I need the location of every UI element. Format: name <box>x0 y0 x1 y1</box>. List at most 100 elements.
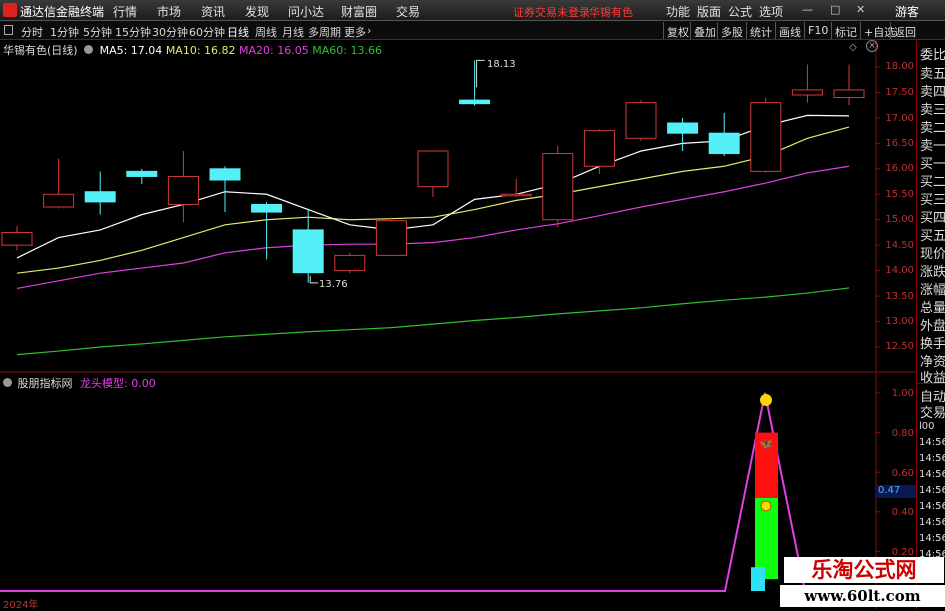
candle-body <box>375 220 407 256</box>
candlesticks <box>1 59 865 284</box>
login-status[interactable]: 证券交易未登录 <box>513 4 590 20</box>
minimize-icon[interactable]: — <box>802 3 813 16</box>
quote-label: 总量 <box>920 301 945 316</box>
candle-body <box>417 150 449 188</box>
candle-body <box>833 89 865 99</box>
menu-market[interactable]: 市场 <box>157 3 181 20</box>
chevron-right-icon[interactable]: › <box>367 24 371 37</box>
multi-stock-button[interactable]: 多股 <box>717 22 746 39</box>
indicator-tick: 0.40 <box>891 507 914 518</box>
menu-quotes[interactable]: 行情 <box>113 3 137 20</box>
price-chart[interactable]: 🦋 <box>0 40 916 609</box>
menu-options[interactable]: 选项 <box>759 3 783 20</box>
guest-label[interactable]: 游客 <box>895 3 919 20</box>
tab-intraday[interactable]: 分时 <box>21 24 43 40</box>
tab-15min[interactable]: 15分钟 <box>115 24 151 40</box>
legend-ma20: MA20: 16.05 <box>239 44 309 57</box>
quote-label: 买三 <box>920 193 945 208</box>
candle-body <box>791 89 823 96</box>
tab-monthly[interactable]: 月线 <box>282 24 304 40</box>
price-tick: 18.00 <box>885 61 914 72</box>
menu-trade[interactable]: 交易 <box>396 3 420 20</box>
candle-body <box>209 168 241 181</box>
indicator-plot: 🦋 <box>0 392 876 592</box>
indicator-toggle-icon[interactable] <box>3 378 12 387</box>
candle-body <box>459 99 491 105</box>
price-tick: 16.50 <box>885 138 914 149</box>
quote-label: 换手 <box>920 337 945 352</box>
indicator-name: 龙头模型 <box>80 377 124 390</box>
candle-body <box>84 191 116 203</box>
auto-trade-label[interactable]: 交易 <box>920 402 945 421</box>
price-tick: 13.50 <box>885 291 914 302</box>
statistics-button[interactable]: 统计 <box>746 22 775 39</box>
low-pointer <box>309 275 319 284</box>
tab-60min[interactable]: 60分钟 <box>189 24 225 40</box>
close-chart-icon[interactable]: × <box>866 40 878 52</box>
tab-daily[interactable]: 日线 <box>227 24 249 40</box>
candle-body <box>1 231 33 246</box>
tick-time: 14:56 <box>919 533 945 544</box>
tab-5min[interactable]: 5分钟 <box>83 24 112 40</box>
quote-label: 委比 <box>920 48 945 63</box>
price-tick: 13.00 <box>885 316 914 327</box>
settings-icon[interactable]: ◇ <box>849 42 857 53</box>
main-legend: 华锡有色(日线) MA5: 17.04 MA10: 16.82 MA20: 16… <box>3 42 382 58</box>
f10-button[interactable]: F10 <box>804 22 831 39</box>
top-menu-bar: 通达信金融终端 行情 市场 资讯 发现 问小达 财富圈 交易 证券交易未登录 华… <box>0 0 945 21</box>
legend-toggle-icon[interactable] <box>84 45 94 54</box>
indicator-title: 股朋指标网 <box>17 377 73 390</box>
adjust-rights-button[interactable]: 复权 <box>663 22 692 39</box>
quote-label: 卖二 <box>920 121 945 136</box>
tab-weekly[interactable]: 周线 <box>255 24 277 40</box>
menu-ask-xiaoda[interactable]: 问小达 <box>288 3 324 20</box>
price-tick: 14.50 <box>885 240 914 251</box>
candle-body <box>625 102 657 139</box>
tick-time: 14:56 <box>919 453 945 464</box>
legend-ma10: MA10: 16.82 <box>165 44 236 57</box>
candle-body <box>334 254 366 272</box>
tab-30min[interactable]: 30分钟 <box>152 24 188 40</box>
indicator-legend: 股朋指标网 龙头模型: 0.00 <box>3 375 156 391</box>
quote-label: 外盘 <box>920 319 945 334</box>
menu-discover[interactable]: 发现 <box>245 3 269 20</box>
volume-head: l00 <box>919 421 935 432</box>
back-button[interactable]: 返回 <box>890 22 919 39</box>
tab-1min[interactable]: 1分钟 <box>50 24 79 40</box>
menu-layout[interactable]: 版面 <box>697 3 721 20</box>
quote-label: 买一 <box>920 157 945 172</box>
maximize-icon[interactable]: □ <box>830 3 840 16</box>
quote-label: 卖四 <box>920 85 945 100</box>
indicator-tick: 0.60 <box>891 468 914 479</box>
grid-icon[interactable] <box>4 25 13 35</box>
tab-multi-period[interactable]: 多周期 <box>308 24 341 40</box>
signal-bar-cyan <box>751 567 765 591</box>
overlay-button[interactable]: 叠加 <box>690 22 719 39</box>
quote-label: 买五 <box>920 229 945 244</box>
tab-more[interactable]: 更多 <box>344 24 366 40</box>
mark-button[interactable]: 标记 <box>831 22 860 39</box>
candle-body <box>251 203 283 213</box>
app-title: 通达信金融终端 <box>20 5 105 19</box>
quote-label: 涨幅 <box>920 283 945 298</box>
draw-line-button[interactable]: 画线 <box>775 22 804 39</box>
tick-time: 14:56 <box>919 517 945 528</box>
price-tick: 15.00 <box>885 214 914 225</box>
legend-ma5: MA5: 17.04 <box>99 44 163 57</box>
menu-function[interactable]: 功能 <box>666 3 690 20</box>
candle-body <box>542 153 574 221</box>
menu-formula[interactable]: 公式 <box>728 3 752 20</box>
menu-wealth-circle[interactable]: 财富圈 <box>341 3 377 20</box>
panel-divider <box>917 383 945 384</box>
chart-title: 华锡有色(日线) <box>3 44 78 57</box>
quote-label: 买二 <box>920 175 945 190</box>
candle-body <box>708 132 740 155</box>
ma60-series <box>16 287 850 356</box>
candle-body <box>167 175 199 205</box>
menu-news[interactable]: 资讯 <box>201 3 225 20</box>
period-tab-bar: 分时 1分钟 5分钟 15分钟 30分钟 60分钟 日线 周线 月线 多周期 更… <box>0 21 945 40</box>
close-icon[interactable]: ✕ <box>856 3 865 16</box>
quote-label: 现价 <box>920 247 945 262</box>
indicator-value: 0.00 <box>131 377 156 390</box>
candle-body <box>500 193 532 197</box>
